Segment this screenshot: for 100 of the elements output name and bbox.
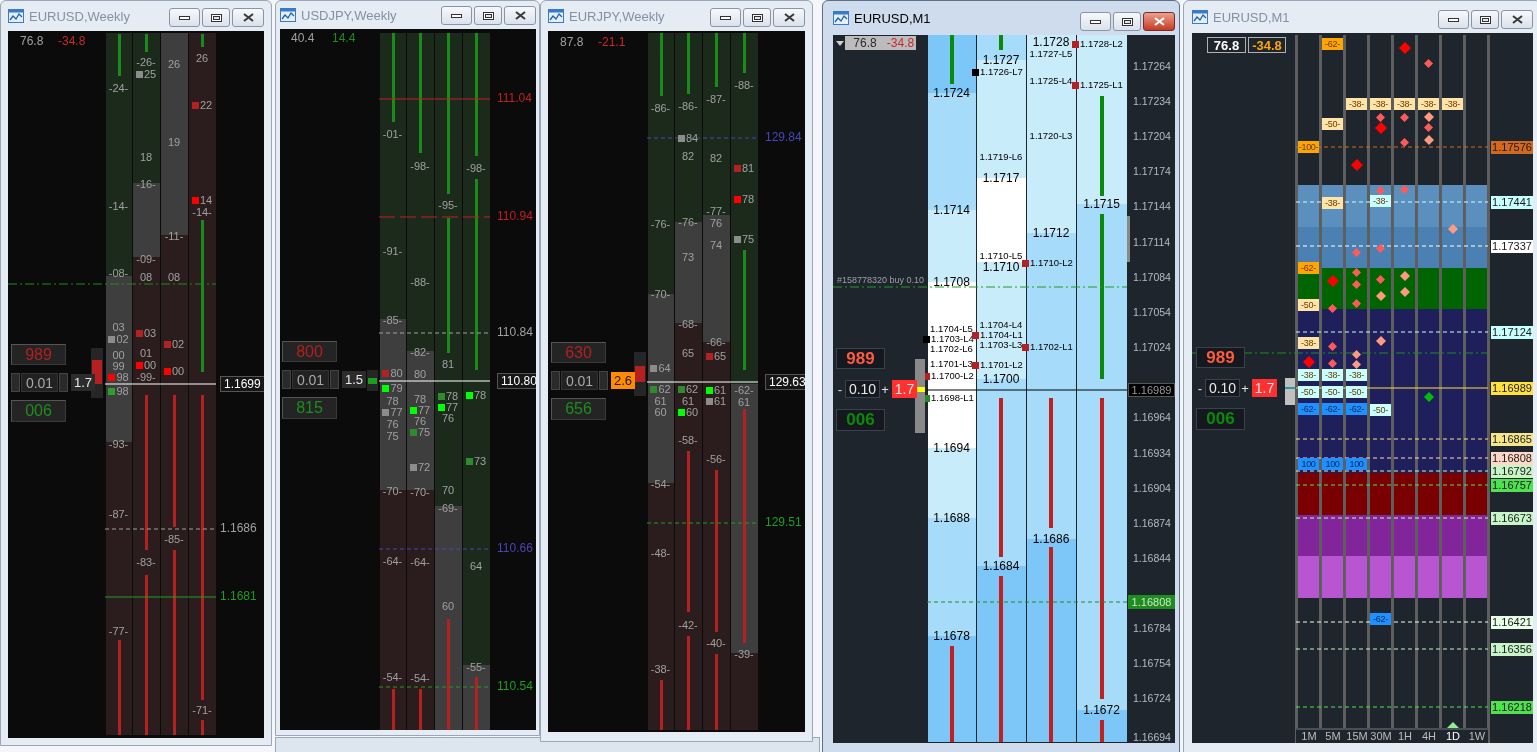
level-label: 08 [167, 271, 181, 283]
level-tag: -38- [1346, 369, 1367, 381]
lot-field[interactable]: 0.01 [21, 373, 58, 392]
maximize-button[interactable] [1471, 10, 1499, 29]
dropdown-icon[interactable] [836, 41, 844, 46]
level-label: 1.1719-L6 [979, 151, 1023, 163]
level-label: -14- [192, 206, 212, 218]
level-tag: 100 [1298, 458, 1319, 470]
maximize-button[interactable] [1113, 12, 1141, 31]
level-label: 98 [116, 371, 129, 383]
level-label: 76 [441, 412, 455, 424]
level-label: -70- [410, 486, 430, 498]
minimize-button[interactable] [710, 8, 741, 27]
level-label: 1.1720-L3 [1029, 130, 1073, 142]
level-label: 64 [658, 362, 671, 374]
price-button[interactable]: 006 [11, 400, 66, 422]
level-tag: -62- [1298, 403, 1319, 415]
minimize-button[interactable] [169, 8, 200, 27]
level-label: 1.1701-L2 [980, 359, 1023, 371]
minimize-icon [451, 13, 462, 18]
level-label: 01 [139, 347, 153, 359]
level-label: 84 [685, 132, 699, 144]
lot-field[interactable]: 0.10 [845, 380, 880, 398]
maximize-button[interactable] [743, 8, 771, 27]
close-button[interactable] [232, 8, 264, 27]
close-icon [1511, 15, 1523, 24]
trend-bar [418, 689, 422, 730]
price-label: 111.04 [497, 91, 532, 105]
level-label: 00 [171, 365, 185, 377]
level-label: 1.1702-L6 [930, 343, 973, 355]
level-label: 60 [654, 406, 667, 418]
price-button[interactable]: 989 [836, 348, 885, 369]
trend-bar [391, 689, 395, 730]
window-title: USDJPY,Weekly [301, 7, 397, 23]
price-label: 1.17337 [1491, 240, 1533, 253]
level-label: -26- [136, 56, 156, 68]
close-button[interactable] [773, 8, 805, 27]
close-button[interactable] [1143, 12, 1175, 31]
level-tag: -100- [1298, 141, 1319, 153]
axis-tick-label: 1.17024 [1133, 341, 1171, 353]
axis-tick-label: 1.16904 [1133, 482, 1171, 494]
level-label: 65 [713, 350, 727, 362]
price-button[interactable]: 815 [282, 397, 337, 419]
stepper-button[interactable]: - [1196, 379, 1204, 397]
price-button[interactable]: 989 [1196, 347, 1245, 368]
spread-value: 1.7 [1252, 379, 1277, 397]
lot-field[interactable]: 0.10 [1205, 379, 1240, 397]
minimize-button[interactable] [1080, 12, 1111, 31]
level-label: -88- [410, 276, 430, 288]
price-label: 1.16989 [1491, 382, 1533, 395]
level-label: 1.1700-L2 [931, 370, 974, 382]
level-label: 98 [116, 385, 129, 397]
level-tag: -50- [1322, 118, 1343, 130]
level-label: 1.1694 [933, 442, 970, 454]
stepper-button[interactable]: - [836, 380, 844, 398]
price-label: 129.84 [765, 130, 802, 144]
level-label: 78 [386, 395, 399, 407]
level-label: 1.1724 [933, 87, 970, 99]
level-tag: -38- [1322, 369, 1343, 381]
stepper-button[interactable]: + [881, 380, 889, 398]
timeframe-label: 1D [1444, 730, 1462, 743]
scroll-thumb[interactable] [1127, 216, 1130, 262]
level-label: -70- [650, 288, 671, 300]
level-label: -39- [734, 648, 754, 660]
axis-tick-label: 1.16754 [1133, 657, 1171, 669]
minimize-button[interactable] [1438, 10, 1469, 29]
stepper-button[interactable]: + [1241, 379, 1249, 397]
level-label: 1.1700 [982, 373, 1020, 385]
level-label: -85- [382, 314, 403, 326]
trend-bar [742, 33, 746, 73]
level-label: -40- [706, 637, 726, 649]
window-title: EURJPY,Weekly [569, 8, 665, 24]
reading-value: -34.8 [58, 34, 86, 48]
lot-field[interactable]: 0.01 [561, 371, 598, 390]
level-label: -55- [466, 661, 486, 673]
level-label: 62 [658, 383, 671, 395]
maximize-button[interactable] [474, 6, 502, 25]
close-button[interactable] [1501, 10, 1533, 29]
level-tag: -50- [1298, 299, 1319, 311]
reading-value: 76.8 [20, 34, 44, 48]
axis-tick-label: 1.16934 [1133, 447, 1171, 459]
level-tag: -38- [1370, 98, 1391, 110]
level-tag: -38- [1298, 337, 1319, 349]
price-button[interactable]: 006 [836, 409, 885, 431]
price-label: 110.84 [497, 325, 533, 339]
maximize-button[interactable] [202, 8, 230, 27]
level-label: 74 [709, 239, 723, 251]
timeframe-label: 4H [1420, 730, 1438, 743]
level-label: -64- [382, 555, 403, 567]
level-label: -16- [136, 178, 156, 190]
level-label: 76 [386, 418, 399, 430]
reading-value: 40.4 [291, 31, 315, 45]
axis-tick-label: 1.17264 [1133, 60, 1171, 72]
price-button[interactable]: 006 [1196, 408, 1245, 430]
level-label: 1.1727-L5 [1029, 48, 1073, 60]
minimize-button[interactable] [441, 6, 472, 25]
close-button[interactable] [504, 6, 536, 25]
level-label: 1.1710-L5 [979, 250, 1023, 262]
price-button[interactable]: 656 [551, 398, 606, 420]
lot-field[interactable]: 0.01 [292, 370, 329, 389]
